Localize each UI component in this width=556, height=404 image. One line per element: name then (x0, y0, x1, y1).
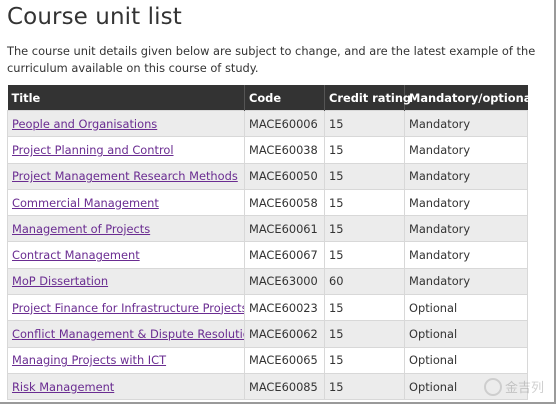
table-header-row: Title Code Credit rating Mandatory/optio… (7, 85, 535, 111)
unit-title-cell: Project Finance for Infrastructure Proje… (7, 294, 245, 322)
unit-title-link[interactable]: Commercial Management (12, 196, 159, 210)
unit-title-cell: Conflict Management & Dispute Resolution (7, 320, 245, 348)
unit-credit: 60 (324, 267, 405, 296)
unit-title-cell: People and Organisations (7, 109, 245, 138)
unit-title-cell: Project Management Research Methods (7, 162, 245, 190)
unit-status: Optional (404, 294, 528, 322)
unit-code: MACE60058 (244, 188, 325, 217)
course-unit-table: Title Code Credit rating Mandatory/optio… (7, 85, 535, 401)
table-row: Project Management Research Methods MACE… (7, 162, 528, 190)
unit-title-link[interactable]: Managing Projects with ICT (12, 353, 166, 367)
table-row: Project Finance for Infrastructure Proje… (7, 294, 528, 322)
unit-code: MACE60067 (244, 241, 325, 269)
table-body: People and Organisations MACE60006 15 Ma… (7, 109, 528, 401)
unit-credit: 15 (324, 320, 405, 348)
unit-status: Mandatory (404, 241, 528, 269)
unit-code: MACE60062 (244, 320, 325, 348)
unit-credit: 15 (324, 162, 405, 190)
page-title: Course unit list (7, 4, 182, 30)
watermark-logo-icon (483, 377, 502, 396)
unit-credit: 15 (324, 136, 405, 164)
table-row: Management of Projects MACE60061 15 Mand… (7, 215, 528, 243)
unit-status: Mandatory (404, 188, 528, 217)
unit-credit: 15 (324, 215, 405, 243)
header-title: Title (7, 85, 245, 111)
unit-credit: 15 (324, 188, 405, 217)
unit-credit: 15 (324, 109, 405, 138)
unit-title-link[interactable]: Contract Management (12, 248, 140, 262)
unit-code: MACE63000 (244, 267, 325, 296)
table-row: Conflict Management & Dispute Resolution… (7, 320, 528, 348)
unit-title-link[interactable]: People and Organisations (12, 117, 157, 131)
unit-credit: 15 (324, 241, 405, 269)
unit-code: MACE60023 (244, 294, 325, 322)
unit-status: Optional (404, 320, 528, 348)
unit-code: MACE60065 (244, 346, 325, 374)
unit-title-link[interactable]: Conflict Management & Dispute Resolution (12, 327, 244, 341)
header-mandatory-optional: Mandatory/optional (404, 85, 535, 111)
unit-title-link[interactable]: MoP Dissertation (12, 274, 108, 288)
unit-title-link[interactable]: Project Management Research Methods (12, 169, 238, 183)
table-row: MoP Dissertation MACE63000 60 Mandatory (7, 267, 528, 296)
table-row: Project Planning and Control MACE60038 1… (7, 136, 528, 164)
table-row: People and Organisations MACE60006 15 Ma… (7, 109, 528, 138)
unit-code: MACE60085 (244, 372, 325, 401)
unit-code: MACE60050 (244, 162, 325, 190)
unit-title-cell: Risk Management (7, 372, 245, 401)
unit-title-cell: Management of Projects (7, 215, 245, 243)
unit-title-cell: Contract Management (7, 241, 245, 269)
unit-title-link[interactable]: Management of Projects (12, 222, 150, 236)
table-row: Commercial Management MACE60058 15 Manda… (7, 188, 528, 217)
unit-code: MACE60006 (244, 109, 325, 138)
unit-status: Mandatory (404, 136, 528, 164)
page-content: Course unit list The course unit details… (0, 0, 547, 401)
unit-credit: 15 (324, 346, 405, 374)
unit-code: MACE60038 (244, 136, 325, 164)
unit-title-link[interactable]: Risk Management (12, 380, 114, 394)
watermark: 金吉列 (483, 377, 544, 396)
table-row: Contract Management MACE60067 15 Mandato… (7, 241, 528, 269)
unit-title-cell: Managing Projects with ICT (7, 346, 245, 374)
unit-status: Optional (404, 346, 528, 374)
intro-text: The course unit details given below are … (7, 44, 536, 75)
table-row: Risk Management MACE60085 15 Optional (7, 372, 528, 401)
header-code: Code (244, 85, 325, 111)
unit-credit: 15 (324, 372, 405, 401)
unit-code: MACE60061 (244, 215, 325, 243)
unit-title-cell: Project Planning and Control (7, 136, 245, 164)
unit-title-cell: Commercial Management (7, 188, 245, 217)
unit-title-link[interactable]: Project Finance for Infrastructure Proje… (12, 301, 244, 315)
header-credit-rating: Credit rating (324, 85, 411, 111)
unit-credit: 15 (324, 294, 405, 322)
watermark-text: 金吉列 (504, 381, 544, 396)
unit-title-link[interactable]: Project Planning and Control (12, 143, 174, 157)
unit-title-cell: MoP Dissertation (7, 267, 245, 296)
unit-status: Mandatory (404, 215, 528, 243)
table-header: Title Code Credit rating Mandatory/optio… (7, 85, 535, 111)
table-row: Managing Projects with ICT MACE60065 15 … (7, 346, 528, 374)
unit-status: Mandatory (404, 109, 528, 138)
unit-status: Mandatory (404, 162, 528, 190)
unit-status: Mandatory (404, 267, 528, 296)
